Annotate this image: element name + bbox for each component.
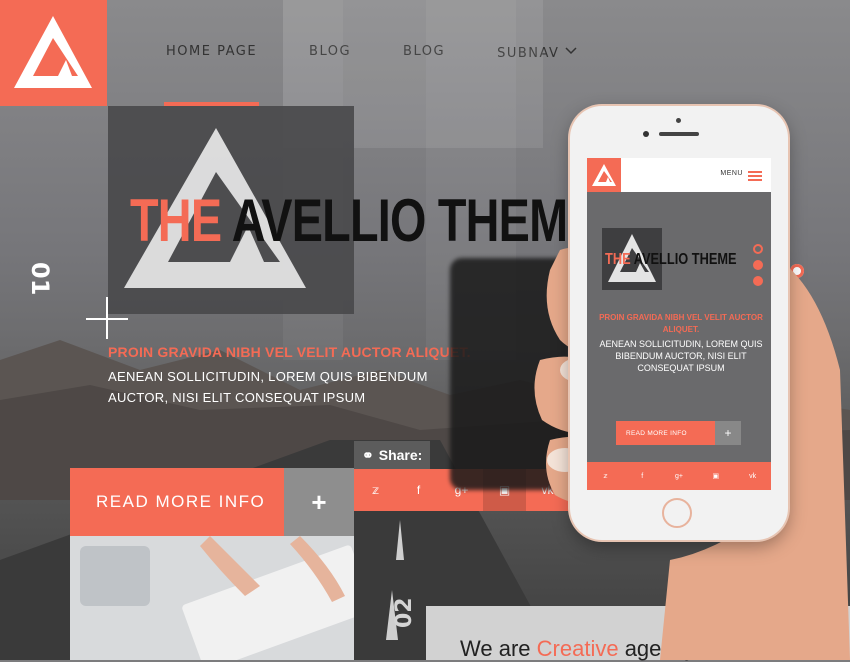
phone-device: MENU THE AVELLIO THEME PROIN GRAVIDA NIB… (570, 106, 788, 540)
phone-screen: MENU THE AVELLIO THEME PROIN GRAVIDA NIB… (587, 158, 771, 490)
crosshair-icon-vertical (106, 297, 108, 339)
phone-read-more-label: READ MORE INFO (626, 429, 687, 437)
phone-subheading: PROIN GRAVIDA NIBH VEL VELIT AUCTOR ALIQ… (599, 313, 763, 334)
read-more-label: READ MORE INFO (96, 492, 266, 511)
hero-title-accent: THE (130, 187, 222, 254)
plus-icon: + (724, 426, 732, 440)
phone-camera (676, 118, 681, 123)
phone-speaker (659, 132, 699, 136)
facebook-icon[interactable]: f (624, 462, 661, 490)
facebook-icon[interactable]: f (397, 469, 440, 511)
plus-icon: + (311, 486, 327, 517)
instagram-icon[interactable]: ▣ (697, 462, 734, 490)
twitter-icon[interactable]: 𝕫 (354, 469, 397, 511)
triangle-logo-icon (14, 16, 92, 88)
brand-logo[interactable] (0, 0, 107, 106)
keyboard-photo (70, 536, 354, 660)
phone-hero-title: THE AVELLIO THEME (605, 251, 737, 269)
phone-logo[interactable] (587, 158, 621, 192)
phone-title-accent: THE (605, 251, 631, 268)
read-more-button[interactable]: READ MORE INFO (70, 468, 284, 536)
section-number-2: 02 (392, 597, 417, 628)
phone-slider-dot[interactable] (753, 260, 763, 270)
chevron-down-icon (565, 44, 577, 59)
triangle-logo-icon (592, 164, 616, 186)
hero-body: AENEAN SOLLICITUDIN, LOREM QUIS BIBENDUM… (108, 369, 428, 405)
read-more-plus-button[interactable]: + (284, 468, 354, 536)
phone-menu-label[interactable]: MENU (720, 170, 743, 177)
phone-slider-dots (753, 244, 763, 292)
phone-slider-dot[interactable] (753, 276, 763, 286)
twitter-icon[interactable]: 𝕫 (587, 462, 624, 490)
hero-subheading: PROIN GRAVIDA NIBH VEL VELIT AUCTOR ALIQ… (108, 344, 471, 360)
phone-read-more-button[interactable]: READ MORE INFO (616, 421, 715, 445)
phone-home-button (662, 498, 692, 528)
section-number: 01 (26, 262, 54, 296)
phone-camera (643, 131, 649, 137)
share-label-box: ⚭ Share: (354, 441, 430, 469)
phone-title-main: AVELLIO THEME (633, 251, 737, 268)
nav-label: HOME PAGE (166, 44, 258, 59)
phone-header: MENU (587, 158, 771, 192)
phone-plus-button[interactable]: + (715, 421, 741, 445)
nav-item-home[interactable]: HOME PAGE (140, 0, 283, 106)
phone-slider-dot-active[interactable] (753, 244, 763, 254)
share-icon: ⚭ (362, 446, 374, 463)
share-label: Share: (378, 447, 423, 463)
hamburger-icon[interactable] (748, 171, 762, 183)
vk-icon[interactable]: vk (734, 462, 771, 490)
phone-body: AENEAN SOLLICITUDIN, LOREM QUIS BIBENDUM… (599, 339, 763, 373)
phone-social-bar: 𝕫 f g+ ▣ vk (587, 462, 771, 490)
google-plus-icon[interactable]: g+ (661, 462, 698, 490)
